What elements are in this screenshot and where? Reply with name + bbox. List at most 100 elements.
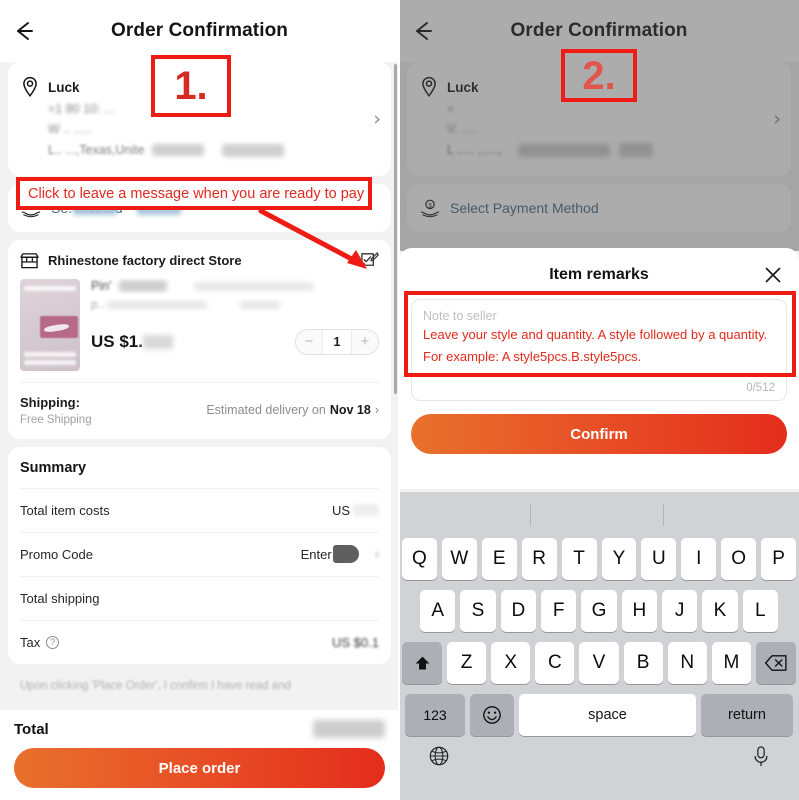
key-o[interactable]: O xyxy=(721,538,757,580)
annotation-note-field-box xyxy=(404,291,796,377)
right-panel-item-remarks: Order Confirmation Luck + V. ..... L ...… xyxy=(399,0,799,800)
address-line-2: V. ..... xyxy=(447,122,479,137)
key-r[interactable]: R xyxy=(521,538,557,580)
keyboard-suggestion-bar[interactable] xyxy=(399,492,799,538)
onscreen-keyboard: Q W E R T Y U I O P A S D F G H J K L Z … xyxy=(399,492,799,800)
globe-icon[interactable] xyxy=(428,745,450,772)
key-w[interactable]: W xyxy=(441,538,477,580)
summary-key: Total item costs xyxy=(20,502,110,518)
key-c[interactable]: C xyxy=(535,642,575,684)
redaction-mask xyxy=(152,144,205,157)
annotation-arrow-to-edit-icon xyxy=(258,208,367,269)
annotation-callout-text: Click to leave a message when you are re… xyxy=(28,185,365,202)
microphone-icon[interactable] xyxy=(752,745,770,772)
close-x-icon[interactable] xyxy=(763,265,783,285)
key-u[interactable]: U xyxy=(641,538,677,580)
panel-divider xyxy=(398,0,400,800)
confirm-button[interactable]: Confirm xyxy=(411,414,787,454)
address-recipient-name: Luck xyxy=(447,79,479,95)
key-y[interactable]: Y xyxy=(601,538,637,580)
address-lines: + V. ..... L ..... ,....., xyxy=(447,99,779,160)
key-s[interactable]: S xyxy=(460,590,496,632)
shipping-chevron-icon[interactable]: › xyxy=(375,403,379,417)
left-panel-order-confirmation: Order Confirmation Luck +1 80 10: ... W xyxy=(0,0,399,800)
total-label: Total xyxy=(14,720,49,738)
key-x[interactable]: X xyxy=(491,642,531,684)
address-line-2: W .. ..... xyxy=(48,122,92,137)
annotation-step-1-label: 1. xyxy=(174,64,208,108)
summary-value[interactable]: Enter › xyxy=(301,545,379,564)
key-v[interactable]: V xyxy=(579,642,619,684)
quantity-increase-button[interactable]: + xyxy=(352,329,378,354)
product-row[interactable]: Pin' p.. US $1. − 1 + xyxy=(20,270,379,382)
summary-value: US $0.1 xyxy=(332,634,379,650)
page-title: Order Confirmation xyxy=(110,20,289,41)
vertical-scrollbar[interactable] xyxy=(394,64,397,394)
key-a[interactable]: A xyxy=(420,590,456,632)
key-l[interactable]: L xyxy=(742,590,778,632)
shipping-row[interactable]: Shipping: Free Shipping Estimated delive… xyxy=(20,381,379,439)
left-bottom-bar: Total Place order xyxy=(0,710,399,800)
product-thumbnail xyxy=(20,278,80,371)
key-t[interactable]: T xyxy=(561,538,597,580)
keyboard-row-1: Q W E R T Y U I O P xyxy=(401,538,797,580)
key-n[interactable]: N xyxy=(667,642,707,684)
summary-row-promo-code[interactable]: Promo Code Enter › xyxy=(20,531,379,576)
summary-row-tax: Tax ? US $0.1 xyxy=(20,619,379,664)
key-j[interactable]: J xyxy=(661,590,698,632)
key-e[interactable]: E xyxy=(481,538,517,580)
character-counter: 0/512 xyxy=(746,382,775,394)
annotation-callout-box: Click to leave a message when you are re… xyxy=(16,177,372,210)
product-sku: p.. xyxy=(91,299,379,311)
keyboard-row-2: A S D F G H J K L xyxy=(402,590,796,632)
quantity-decrease-button[interactable]: − xyxy=(296,329,322,354)
shift-arrow-icon[interactable] xyxy=(402,642,442,684)
total-value-redacted xyxy=(313,720,385,738)
storefront-icon xyxy=(20,252,39,270)
key-return[interactable]: return xyxy=(701,694,793,736)
key-i[interactable]: I xyxy=(681,538,717,580)
smiley-face-icon[interactable] xyxy=(470,694,514,736)
address-recipient-name: Luck xyxy=(48,79,80,95)
key-f[interactable]: F xyxy=(541,590,577,632)
key-m[interactable]: M xyxy=(711,642,751,684)
question-mark-icon[interactable]: ? xyxy=(46,635,60,649)
address-chevron-icon[interactable]: › xyxy=(373,108,381,130)
back-arrow-icon[interactable] xyxy=(411,18,437,44)
product-price: US $1. xyxy=(91,332,173,352)
keyboard-footer xyxy=(402,743,796,772)
sheet-header: Item remarks xyxy=(411,260,787,290)
key-numbers[interactable]: 123 xyxy=(405,694,465,736)
redaction-mask xyxy=(221,143,284,157)
key-space[interactable]: space xyxy=(519,694,696,736)
shipping-sub: Free Shipping xyxy=(20,413,92,426)
summary-row-total-shipping: Total shipping xyxy=(20,575,379,620)
key-p[interactable]: P xyxy=(761,538,797,580)
summary-key: Total shipping xyxy=(20,590,100,606)
key-k[interactable]: K xyxy=(702,590,738,632)
estimate-prefix: Estimated delivery on xyxy=(206,402,326,417)
place-order-button[interactable]: Place order xyxy=(14,748,385,788)
key-d[interactable]: D xyxy=(500,590,536,632)
shipping-estimate[interactable]: Estimated delivery on Nov 18 › xyxy=(206,403,379,417)
annotation-step-2-label: 2. xyxy=(582,53,616,98)
summary-card: Summary Total item costs US Promo Code E… xyxy=(8,446,391,664)
quantity-stepper[interactable]: − 1 + xyxy=(295,328,379,355)
keyboard-row-4: 123 space return xyxy=(402,694,796,736)
summary-key: Promo Code xyxy=(20,546,93,562)
store-name[interactable]: Rhinestone factory direct Store xyxy=(48,253,242,268)
redaction-mask xyxy=(332,545,359,564)
svg-text:$: $ xyxy=(428,202,432,209)
key-q[interactable]: Q xyxy=(401,538,437,580)
shipping-label: Shipping: xyxy=(20,394,80,410)
back-arrow-icon[interactable] xyxy=(12,18,38,44)
page-title: Order Confirmation xyxy=(510,20,688,41)
key-z[interactable]: Z xyxy=(447,642,487,684)
select-payment-method-label: Select Payment Method xyxy=(450,199,599,216)
key-g[interactable]: G xyxy=(581,590,617,632)
backspace-icon[interactable] xyxy=(755,642,796,684)
left-scroll-body: Luck +1 80 10: ... W .. ..... L.. ...,Te… xyxy=(0,62,399,694)
quantity-value: 1 xyxy=(322,329,352,354)
key-h[interactable]: H xyxy=(621,590,657,632)
key-b[interactable]: B xyxy=(623,642,663,684)
